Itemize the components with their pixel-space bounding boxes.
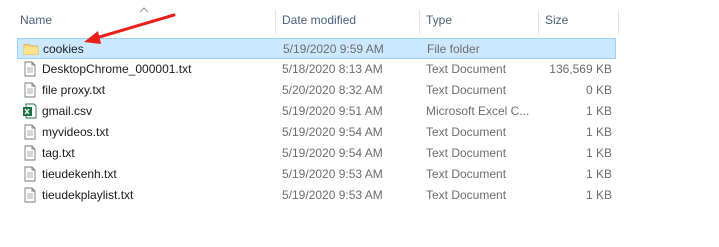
file-type: Text Document [426, 83, 507, 97]
column-header-bar: Name Date modified Type Size [0, 6, 719, 34]
column-divider[interactable] [419, 10, 420, 34]
column-divider[interactable] [275, 10, 276, 34]
file-size: 136,569 KB [549, 62, 612, 76]
text-file-icon [22, 187, 38, 203]
column-header-size[interactable]: Size [545, 6, 615, 34]
file-name: tag.txt [42, 146, 75, 160]
file-name: file proxy.txt [42, 83, 106, 97]
file-type: Text Document [426, 167, 507, 181]
file-size: 1 KB [585, 104, 612, 118]
file-type: Text Document [426, 125, 507, 139]
file-type: File folder [427, 42, 480, 56]
file-name: tieudekplaylist.txt [42, 188, 134, 202]
file-size: 1 KB [585, 188, 612, 202]
column-header-type[interactable]: Type [426, 6, 541, 34]
file-name: cookies [43, 42, 84, 56]
file-name: gmail.csv [42, 104, 93, 118]
file-row[interactable]: file proxy.txt 5/20/2020 8:32 AM Text Docu… [17, 80, 616, 101]
folder-icon [23, 41, 39, 57]
file-date-modified: 5/19/2020 9:54 AM [282, 146, 383, 160]
file-size: 1 KB [585, 146, 612, 160]
file-date-modified: 5/19/2020 9:54 AM [282, 125, 383, 139]
column-header-name[interactable]: Name [20, 6, 275, 34]
text-file-icon [22, 61, 38, 77]
text-file-icon [22, 145, 38, 161]
file-date-modified: 5/20/2020 8:32 AM [282, 83, 383, 97]
file-date-modified: 5/19/2020 9:51 AM [282, 104, 383, 118]
file-name: DesktopChrome_000001.txt [42, 62, 192, 76]
file-row[interactable]: myvideos.txt 5/19/2020 9:54 AM Text Docume… [17, 122, 616, 143]
file-name: myvideos.txt [42, 125, 109, 139]
file-type: Text Document [426, 188, 507, 202]
file-date-modified: 5/18/2020 8:13 AM [282, 62, 383, 76]
file-row[interactable]: tieudekenh.txt 5/19/2020 9:53 AM Text Docu… [17, 164, 616, 185]
file-row[interactable]: gmail.csv 5/19/2020 9:51 AM Microsoft Exce… [17, 101, 616, 122]
file-type: Text Document [426, 62, 507, 76]
file-type: Text Document [426, 146, 507, 160]
column-header-date-modified[interactable]: Date modified [282, 6, 422, 34]
file-row[interactable]: DesktopChrome_000001.txt 5/18/2020 8:13 A… [17, 59, 616, 80]
file-list-pane: Name Date modified Type Size cookies 5/19… [0, 0, 719, 247]
column-divider[interactable] [618, 10, 619, 34]
file-size: 1 KB [585, 125, 612, 139]
excel-csv-icon [22, 103, 38, 119]
file-type: Microsoft Excel C... [426, 104, 530, 118]
file-date-modified: 5/19/2020 9:59 AM [283, 42, 384, 56]
text-file-icon [22, 124, 38, 140]
file-row[interactable]: tieudekplaylist.txt 5/19/2020 9:53 AM Text… [17, 185, 616, 206]
text-file-icon [22, 166, 38, 182]
file-size: 1 KB [585, 167, 612, 181]
file-row[interactable]: tag.txt 5/19/2020 9:54 AM Text Document 1 K… [17, 143, 616, 164]
file-size [546, 39, 613, 60]
file-size: 0 KB [585, 83, 612, 97]
text-file-icon [22, 82, 38, 98]
file-date-modified: 5/19/2020 9:53 AM [282, 167, 383, 181]
file-row[interactable]: cookies 5/19/2020 9:59 AM File folder [17, 38, 616, 59]
column-divider[interactable] [538, 10, 539, 34]
file-date-modified: 5/19/2020 9:53 AM [282, 188, 383, 202]
file-name: tieudekenh.txt [42, 167, 117, 181]
